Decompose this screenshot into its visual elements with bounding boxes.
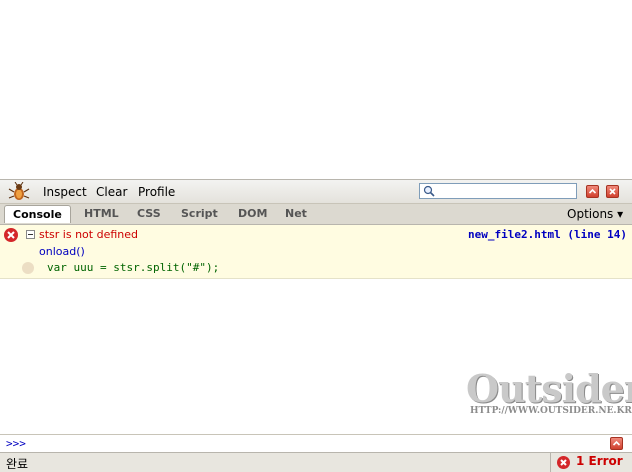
close-icon bbox=[609, 188, 616, 195]
profile-button[interactable]: Profile bbox=[138, 185, 175, 199]
breakpoint-icon[interactable] bbox=[22, 262, 34, 274]
watermark-title: Outsider bbox=[466, 366, 632, 411]
clear-button[interactable]: Clear bbox=[96, 185, 127, 199]
firebug-toolbar: Inspect Clear Profile bbox=[0, 179, 632, 203]
detach-button[interactable] bbox=[586, 185, 599, 198]
command-line[interactable]: >>> bbox=[0, 434, 632, 452]
tab-net[interactable]: Net bbox=[285, 207, 307, 220]
chevron-up-icon bbox=[588, 188, 597, 194]
watermark-logo: Outsider HTTP://WWW.OUTSIDER.NE.KR bbox=[466, 366, 632, 422]
watermark-url: HTTP://WWW.OUTSIDER.NE.KR bbox=[470, 406, 632, 416]
tab-html[interactable]: HTML bbox=[84, 207, 119, 220]
error-icon bbox=[557, 456, 570, 469]
error-source-link[interactable]: new_file2.html (line 14) bbox=[468, 228, 627, 241]
search-input[interactable] bbox=[419, 183, 577, 199]
tab-script[interactable]: Script bbox=[181, 207, 218, 220]
status-text: 완료 bbox=[6, 457, 29, 471]
error-count-indicator[interactable]: 1 Error bbox=[550, 453, 632, 472]
expand-command-line-button[interactable] bbox=[610, 437, 623, 450]
tab-dom[interactable]: DOM bbox=[238, 207, 267, 220]
tab-css[interactable]: CSS bbox=[137, 207, 161, 220]
firebug-logo-icon[interactable] bbox=[8, 182, 30, 202]
web-page-content bbox=[0, 0, 632, 179]
collapse-toggle-icon[interactable] bbox=[26, 230, 35, 239]
close-button[interactable] bbox=[606, 185, 619, 198]
error-message[interactable]: stsr is not defined bbox=[39, 228, 138, 241]
chevron-up-icon bbox=[612, 440, 621, 446]
search-icon bbox=[423, 185, 435, 197]
command-prompt: >>> bbox=[6, 437, 26, 450]
console-panel: stsr is not defined new_file2.html (line… bbox=[0, 225, 632, 434]
error-count: 1 Error bbox=[576, 454, 623, 468]
stack-frame-link[interactable]: onload() bbox=[39, 245, 85, 258]
error-icon bbox=[4, 228, 18, 242]
panel-tabs: Console HTML CSS Script DOM Net Options … bbox=[0, 203, 632, 225]
error-source-code: var uuu = stsr.split("#"); bbox=[47, 261, 220, 274]
tab-console[interactable]: Console bbox=[4, 205, 71, 223]
inspect-button[interactable]: Inspect bbox=[43, 185, 87, 199]
error-entry: stsr is not defined new_file2.html (line… bbox=[0, 225, 632, 279]
options-menu[interactable]: Options ▾ bbox=[567, 207, 623, 221]
status-bar: 완료 1 Error bbox=[0, 452, 632, 472]
